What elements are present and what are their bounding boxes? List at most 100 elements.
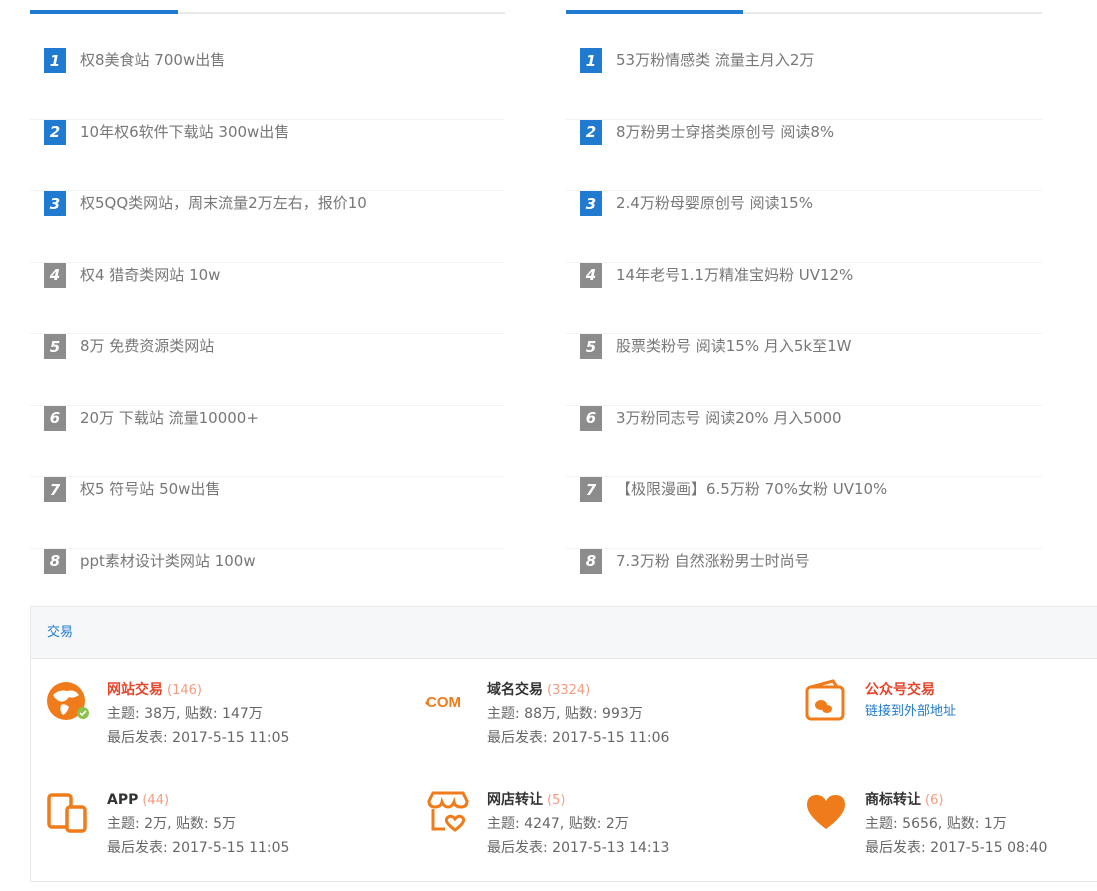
trade-item-body: APP (44) 主题: 2万, 贴数: 5万 最后发表: 2017-5-15 1…	[107, 789, 289, 860]
trade-item-app[interactable]: APP (44) 主题: 2万, 贴数: 5万 最后发表: 2017-5-15 1…	[45, 789, 385, 889]
rank-item-link[interactable]: 权5 符号站 50w出售	[80, 477, 220, 502]
trade-grid: 网站交易 (146) 主题: 38万, 贴数: 147万 最后发表: 2017-5…	[31, 659, 1097, 881]
list-item[interactable]: 4 14年老号1.1万精准宝妈粉 UV12%	[566, 262, 1042, 334]
trade-stats: 主题: 5656, 贴数: 1万	[865, 816, 1007, 832]
list-item[interactable]: 7 权5 符号站 50w出售	[30, 477, 505, 549]
list-item[interactable]: 3 权5QQ类网站，周末流量2万左右，报价10	[30, 191, 505, 263]
right-rank-list: 1 53万粉情感类 流量主月入2万 2 8万粉男士穿搭类原创号 阅读8% 3 2.4万…	[566, 48, 1042, 620]
trade-item-shop[interactable]: 网店转让 (5) 主题: 4247, 贴数: 2万 最后发表: 2017-5-13…	[425, 789, 765, 889]
trade-item-title[interactable]: 公众号交易	[865, 679, 956, 701]
trade-count: (44)	[142, 793, 170, 808]
trade-item-body: 商标转让 (6) 主题: 5656, 贴数: 1万 最后发表: 2017-5-15…	[865, 789, 1047, 860]
left-rank-list: 1 权8美食站 700w出售 2 10年权6软件下载站 300w出售 3 权5QQ类网…	[30, 48, 505, 620]
rank-badge: 1	[580, 48, 602, 73]
trade-title-text[interactable]: 域名交易	[487, 682, 543, 698]
list-item[interactable]: 1 53万粉情感类 流量主月入2万	[566, 48, 1042, 120]
trade-last-post: 最后发表: 2017-5-15 11:05	[107, 730, 290, 746]
list-item[interactable]: 3 2.4万粉母婴原创号 阅读15%	[566, 191, 1042, 263]
rank-badge: 6	[44, 405, 66, 431]
trade-last-post: 最后发表: 2017-5-15 08:40	[865, 840, 1048, 856]
left-tab-bar	[30, 0, 505, 14]
rank-badge: 3	[580, 191, 602, 216]
rank-badge: 4	[580, 262, 602, 288]
trade-stats: 主题: 2万, 贴数: 5万	[107, 816, 237, 832]
list-item[interactable]: 6 3万粉同志号 阅读20% 月入5000	[566, 405, 1042, 477]
website-trade-icon	[47, 682, 89, 720]
right-active-tab-indicator[interactable]	[566, 10, 743, 14]
list-item[interactable]: 2 10年权6软件下载站 300w出售	[30, 119, 505, 191]
heart-trademark-icon	[807, 795, 845, 829]
rank-badge: 1	[44, 48, 66, 73]
trade-item-title[interactable]: 网站交易 (146)	[107, 679, 289, 702]
external-link[interactable]: 链接到外部地址	[865, 701, 956, 723]
list-item[interactable]: 1 权8美食站 700w出售	[30, 48, 505, 120]
trade-item-body: 网店转让 (5) 主题: 4247, 贴数: 2万 最后发表: 2017-5-13…	[487, 789, 669, 860]
trade-item-trademark[interactable]: 商标转让 (6) 主题: 5656, 贴数: 1万 最后发表: 2017-5-15…	[803, 789, 1097, 889]
trade-item-title[interactable]: APP (44)	[107, 789, 289, 812]
trade-item-body: 域名交易 (3324) 主题: 88万, 贴数: 993万 最后发表: 2017-…	[487, 679, 669, 750]
trade-last-post: 最后发表: 2017-5-13 14:13	[487, 840, 670, 856]
rank-badge: 6	[580, 405, 602, 431]
rank-badge: 7	[580, 477, 602, 502]
trade-title-text[interactable]: 网店转让	[487, 792, 543, 808]
rank-item-link[interactable]: 10年权6软件下载站 300w出售	[80, 120, 289, 145]
domain-com-icon: COM	[425, 694, 461, 711]
rank-badge: 5	[580, 334, 602, 359]
rank-item-link[interactable]: 2.4万粉母婴原创号 阅读15%	[616, 191, 813, 216]
trade-item-title[interactable]: 域名交易 (3324)	[487, 679, 669, 702]
rank-item-link[interactable]: 权5QQ类网站，周末流量2万左右，报价10	[80, 191, 367, 216]
trade-title-text[interactable]: APP	[107, 792, 138, 808]
rank-badge: 3	[44, 191, 66, 216]
shop-transfer-icon	[427, 791, 469, 832]
rank-item-link[interactable]: 7.3万粉 自然涨粉男士时尚号	[616, 549, 810, 574]
list-item[interactable]: 5 股票类粉号 阅读15% 月入5k至1W	[566, 334, 1042, 406]
trade-count: (3324)	[547, 683, 591, 698]
svg-text:COM: COM	[426, 694, 461, 711]
left-active-tab-indicator[interactable]	[30, 10, 178, 14]
trade-item-wechat[interactable]: 公众号交易 链接到外部地址	[803, 679, 1097, 779]
rank-item-link[interactable]: 权8美食站 700w出售	[80, 48, 225, 73]
rank-item-link[interactable]: 3万粉同志号 阅读20% 月入5000	[616, 406, 842, 431]
list-item[interactable]: 6 20万 下载站 流量10000+	[30, 405, 505, 477]
rank-badge: 7	[44, 477, 66, 502]
rank-item-link[interactable]: 14年老号1.1万精准宝妈粉 UV12%	[616, 263, 853, 288]
rank-item-link[interactable]: 53万粉情感类 流量主月入2万	[616, 48, 814, 73]
trade-item-body: 网站交易 (146) 主题: 38万, 贴数: 147万 最后发表: 2017-5…	[107, 679, 289, 750]
trade-last-post: 最后发表: 2017-5-15 11:06	[487, 730, 670, 746]
wechat-account-icon	[805, 679, 845, 721]
right-tab-bar	[566, 0, 1042, 14]
trade-title-text[interactable]: 商标转让	[865, 792, 921, 808]
list-item[interactable]: 7 【极限漫画】6.5万粉 70%女粉 UV10%	[566, 477, 1042, 549]
rank-item-link[interactable]: 权4 猎奇类网站 10w	[80, 263, 220, 288]
trade-panel-title: 交易	[31, 607, 1097, 659]
trade-item-website[interactable]: 网站交易 (146) 主题: 38万, 贴数: 147万 最后发表: 2017-5…	[45, 679, 385, 779]
trade-item-body: 公众号交易 链接到外部地址	[865, 679, 956, 723]
list-item[interactable]: 5 8万 免费资源类网站	[30, 334, 505, 406]
trade-stats: 主题: 88万, 贴数: 993万	[487, 706, 643, 722]
trade-item-title[interactable]: 网店转让 (5)	[487, 789, 669, 812]
trade-item-domain[interactable]: COM 域名交易 (3324) 主题: 88万, 贴数: 993万 最后发表: 2…	[425, 679, 765, 779]
rank-badge: 8	[580, 548, 602, 574]
rank-badge: 5	[44, 334, 66, 359]
trade-stats: 主题: 4247, 贴数: 2万	[487, 816, 629, 832]
trade-panel: 交易 网站交易 (146) 主题: 38万, 贴数: 147万 最后发表: 201…	[30, 606, 1097, 882]
list-item[interactable]: 4 权4 猎奇类网站 10w	[30, 262, 505, 334]
rank-item-link[interactable]: ppt素材设计类网站 100w	[80, 549, 256, 574]
trade-stats: 主题: 38万, 贴数: 147万	[107, 706, 263, 722]
rank-item-link[interactable]: 20万 下载站 流量10000+	[80, 406, 259, 431]
rank-badge: 8	[44, 548, 66, 574]
trade-title-text[interactable]: 网站交易	[107, 682, 163, 698]
app-devices-icon	[47, 793, 87, 833]
right-rank-column: 1 53万粉情感类 流量主月入2万 2 8万粉男士穿搭类原创号 阅读8% 3 2.4万…	[566, 0, 1042, 620]
rank-item-link[interactable]: 8万 免费资源类网站	[80, 334, 214, 359]
trade-count: (146)	[167, 683, 202, 698]
rank-item-link[interactable]: 【极限漫画】6.5万粉 70%女粉 UV10%	[616, 477, 887, 502]
left-rank-column: 1 权8美食站 700w出售 2 10年权6软件下载站 300w出售 3 权5QQ类网…	[30, 0, 505, 620]
list-item[interactable]: 2 8万粉男士穿搭类原创号 阅读8%	[566, 119, 1042, 191]
rank-item-link[interactable]: 股票类粉号 阅读15% 月入5k至1W	[616, 334, 851, 359]
rank-badge: 4	[44, 262, 66, 288]
trade-item-title[interactable]: 商标转让 (6)	[865, 789, 1047, 812]
rank-item-link[interactable]: 8万粉男士穿搭类原创号 阅读8%	[616, 120, 834, 145]
trade-count: (6)	[925, 793, 944, 808]
trade-last-post: 最后发表: 2017-5-15 11:05	[107, 840, 290, 856]
